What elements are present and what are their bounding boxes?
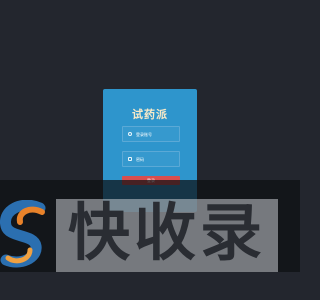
- account-field[interactable]: [122, 126, 180, 142]
- watermark-text: 快收录: [67, 196, 266, 269]
- password-input[interactable]: [136, 152, 178, 166]
- user-icon: [128, 132, 132, 136]
- account-input[interactable]: [136, 127, 178, 141]
- watermark-logo: [0, 200, 46, 268]
- password-field[interactable]: [122, 151, 180, 167]
- lock-icon: [128, 157, 132, 161]
- login-title: 试药派: [132, 108, 168, 121]
